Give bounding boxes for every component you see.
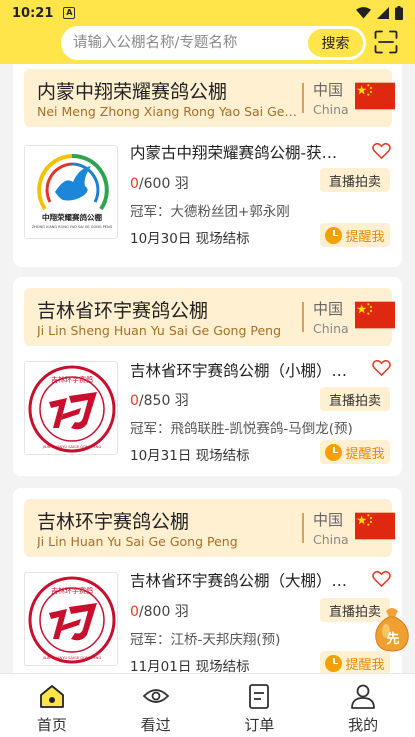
champion-text: 冠军：江桥-天邦庆翔(预) <box>130 632 281 648</box>
nav-orders[interactable]: 订单 <box>208 674 312 737</box>
top-bar: 搜索 <box>0 26 415 64</box>
clock-icon <box>325 226 343 244</box>
signal-icon <box>377 7 389 19</box>
live-auction-badge[interactable]: 直播拍卖 <box>320 168 390 192</box>
country-name-en: China <box>313 321 349 336</box>
loft-name: 吉林环宇赛鸽公棚 <box>37 511 190 533</box>
loft-logo[interactable]: 吉林环宇赛鸽 JILIN HUANYU SAIGE GONGPENG <box>24 572 118 666</box>
china-flag-icon <box>355 82 395 110</box>
china-flag-icon <box>355 301 395 329</box>
bottom-nav: 首页 看过 订单 我的 <box>0 673 415 737</box>
user-icon <box>351 684 376 709</box>
champion-text: 冠军：大德粉丝团+郭永刚 <box>130 204 290 220</box>
bird-count: 0/800 羽 <box>130 604 189 620</box>
country-name-en: China <box>313 532 349 547</box>
loft-card[interactable]: 内蒙中翔荣耀赛鸽公棚 Nei Meng Zhong Xiang Rong Yao… <box>13 64 402 267</box>
country-name: 中国 <box>313 81 344 99</box>
heart-icon[interactable] <box>372 142 391 160</box>
eye-icon <box>142 689 169 703</box>
nav-label: 订单 <box>244 716 275 734</box>
auction-title[interactable]: 吉林省环宇赛鸽公棚（小棚）决赛拍卖 <box>130 359 352 381</box>
logo-caption-en: JILIN HUANYU SAIGE GONGPENG <box>42 445 102 449</box>
huanyu-logo-icon: 吉林环宇赛鸽 JILIN HUANYU SAIGE GONGPENG <box>28 365 116 453</box>
divider <box>302 83 304 113</box>
loft-pinyin: Ji Lin Huan Yu Sai Ge Gong Peng <box>37 534 238 549</box>
coin-bag-float-button[interactable]: 先 <box>372 605 412 653</box>
wifi-icon <box>356 7 371 19</box>
loft-name: 吉林省环宇赛鸽公棚 <box>37 300 209 322</box>
loft-pinyin: Ji Lin Sheng Huan Yu Sai Ge Gong Peng <box>37 323 282 338</box>
search-button[interactable]: 搜索 <box>308 29 363 57</box>
country-name: 中国 <box>313 300 344 318</box>
champion-text: 冠军：飛鸽联胜-凯悦赛鸽-马倒龙(预) <box>130 421 353 437</box>
order-icon <box>249 684 270 709</box>
float-button-label: 先 <box>386 631 399 647</box>
loft-header[interactable]: 吉林省环宇赛鸽公棚 Ji Lin Sheng Huan Yu Sai Ge Go… <box>24 288 395 346</box>
auction-title[interactable]: 内蒙古中翔荣耀赛鸽公棚-获奖鸽拍卖 <box>130 141 352 163</box>
nav-label: 看过 <box>140 716 171 734</box>
bird-count: 0/850 羽 <box>130 393 189 409</box>
auction-date: 10月31日 现场结标 <box>130 448 250 464</box>
logo-caption: 吉林环宇赛鸽 <box>51 586 93 595</box>
clock-icon <box>325 443 343 461</box>
status-bar: 10:21 A <box>0 0 415 26</box>
auction-title[interactable]: 吉林省环宇赛鸽公棚（大棚）决赛拍卖 <box>130 569 352 591</box>
auction-feed[interactable]: 内蒙中翔荣耀赛鸽公棚 Nei Meng Zhong Xiang Rong Yao… <box>0 64 415 673</box>
loft-header[interactable]: 吉林环宇赛鸽公棚 Ji Lin Huan Yu Sai Ge Gong Peng… <box>24 499 395 557</box>
clock-icon <box>325 654 343 672</box>
live-auction-badge[interactable]: 直播拍卖 <box>320 387 390 411</box>
dove-logo-icon: 中翔荣耀赛鸽公棚 ZHONG XIANG RONG YAO SAI GE GON… <box>32 153 113 229</box>
china-flag-icon <box>355 512 395 540</box>
battery-icon <box>395 6 403 20</box>
loft-logo[interactable]: 吉林环宇赛鸽 JILIN HUANYU SAIGE GONGPENG <box>24 361 118 455</box>
divider <box>302 302 304 332</box>
bird-count: 0/600 羽 <box>130 176 189 192</box>
notification-a-icon: A <box>63 7 76 19</box>
country-name: 中国 <box>313 511 344 529</box>
remind-me-button[interactable]: 提醒我 <box>320 223 390 247</box>
loft-name: 内蒙中翔荣耀赛鸽公棚 <box>37 81 228 103</box>
nav-home[interactable]: 首页 <box>0 674 104 737</box>
scan-icon[interactable] <box>374 30 398 54</box>
auction-date: 11月01日 现场结标 <box>130 659 250 673</box>
nav-label: 我的 <box>348 716 379 734</box>
auction-date: 10月30日 现场结标 <box>130 231 250 247</box>
loft-card[interactable]: 吉林省环宇赛鸽公棚 Ji Lin Sheng Huan Yu Sai Ge Go… <box>13 277 402 476</box>
loft-logo[interactable]: 中翔荣耀赛鸽公棚 ZHONG XIANG RONG YAO SAI GE GON… <box>24 145 118 239</box>
country-name-en: China <box>313 102 349 117</box>
logo-caption: 中翔荣耀赛鸽公棚 <box>42 212 102 222</box>
loft-header[interactable]: 内蒙中翔荣耀赛鸽公棚 Nei Meng Zhong Xiang Rong Yao… <box>24 69 395 127</box>
huanyu-logo-icon: 吉林环宇赛鸽 JILIN HUANYU SAIGE GONGPENG <box>28 576 116 664</box>
logo-caption-en: JILIN HUANYU SAIGE GONGPENG <box>42 656 102 660</box>
nav-mine[interactable]: 我的 <box>311 674 415 737</box>
logo-caption: 吉林环宇赛鸽 <box>51 375 93 384</box>
remind-me-button[interactable]: 提醒我 <box>320 651 390 673</box>
nav-label: 首页 <box>36 716 67 734</box>
loft-card[interactable]: 吉林环宇赛鸽公棚 Ji Lin Huan Yu Sai Ge Gong Peng… <box>13 488 402 673</box>
nav-viewed[interactable]: 看过 <box>104 674 208 737</box>
loft-pinyin: Nei Meng Zhong Xiang Rong Yao Sai Ge Gon… <box>37 104 299 119</box>
divider <box>302 513 304 543</box>
heart-icon[interactable] <box>372 359 391 377</box>
search-input[interactable] <box>61 28 301 58</box>
status-time: 10:21 <box>12 5 54 21</box>
search-box: 搜索 <box>61 26 366 60</box>
home-icon <box>39 685 64 708</box>
remind-me-button[interactable]: 提醒我 <box>320 440 390 464</box>
logo-caption-en: ZHONG XIANG RONG YAO SAI GE GONG PENG <box>32 225 113 229</box>
heart-icon[interactable] <box>372 570 391 588</box>
